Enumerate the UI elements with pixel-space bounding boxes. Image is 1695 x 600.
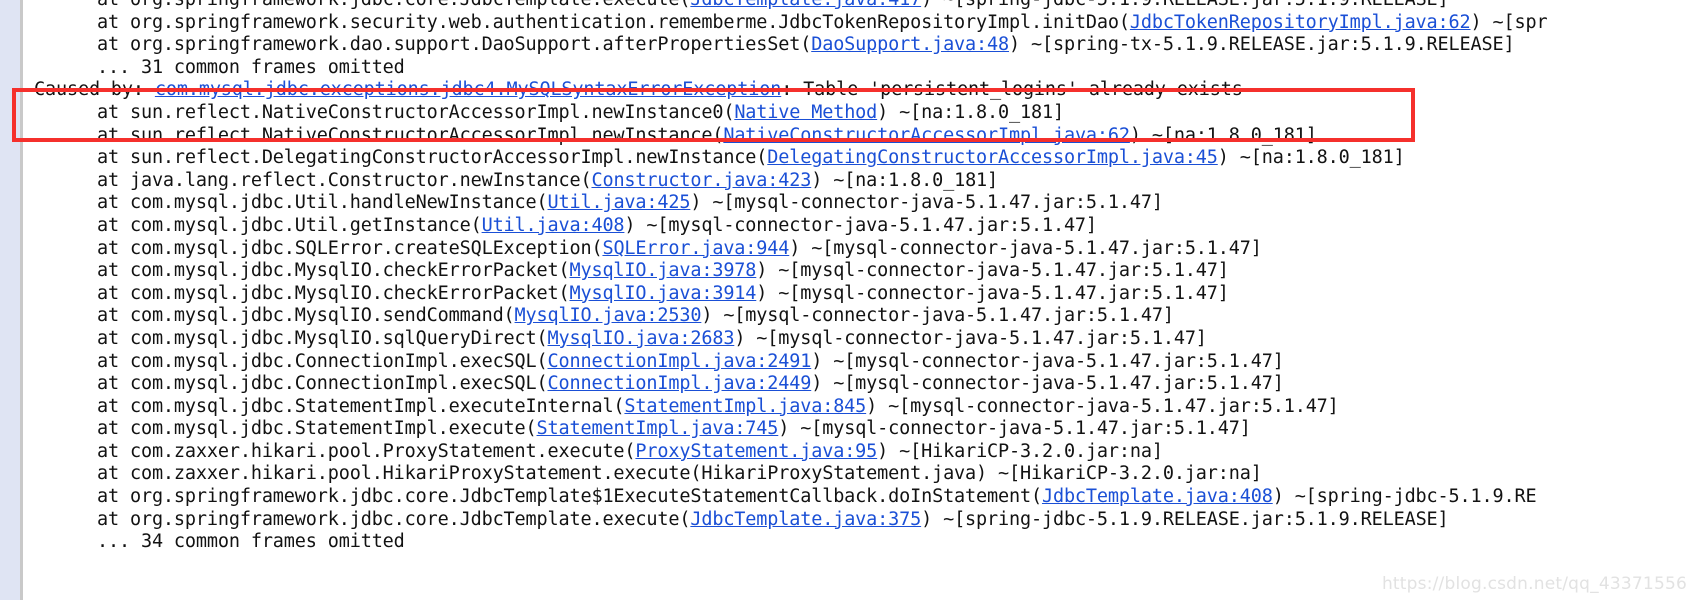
stack-trace-line: at com.zaxxer.hikari.pool.HikariProxySta… [0, 463, 1695, 486]
stack-trace-line: at org.springframework.security.web.auth… [0, 12, 1695, 35]
stack-trace-text-segment: : Table 'persistent_logins' already exis… [781, 79, 1243, 101]
stack-trace-text-segment: at com.mysql.jdbc.MysqlIO.sendCommand( [97, 305, 515, 327]
stack-trace-text-segment: ) ~[na:1.8.0_181] [1129, 124, 1317, 146]
source-link[interactable]: Util.java:408 [482, 215, 625, 236]
stack-trace-text-segment: ) ~[HikariCP-3.2.0.jar:na] [877, 440, 1163, 462]
stack-trace-text-segment: at sun.reflect.DelegatingConstructorAcce… [97, 147, 768, 169]
stack-trace-line: at org.springframework.jdbc.core.JdbcTem… [0, 0, 1695, 12]
stack-trace-text-segment: ) ~[na:1.8.0_181] [877, 101, 1064, 123]
stack-trace-text-segment: ) ~[mysql-connector-java-5.1.47.jar:5.1.… [756, 260, 1229, 282]
source-link[interactable]: JdbcTemplate.java:408 [1042, 486, 1273, 507]
stack-trace-line: at com.mysql.jdbc.MysqlIO.checkErrorPack… [0, 260, 1695, 283]
stack-trace-text-segment: at com.mysql.jdbc.MysqlIO.sqlQueryDirect… [97, 327, 548, 349]
stack-trace-text-segment: at com.mysql.jdbc.MysqlIO.checkErrorPack… [97, 260, 570, 282]
stack-trace-text-segment: at com.mysql.jdbc.StatementImpl.execute( [97, 418, 537, 440]
stack-trace-text-segment: at com.mysql.jdbc.MysqlIO.checkErrorPack… [97, 282, 570, 304]
source-link[interactable]: DelegatingConstructorAccessorImpl.java:4… [767, 147, 1218, 168]
stack-trace-text[interactable]: at org.springframework.jdbc.core.JdbcTem… [0, 0, 1695, 600]
stack-trace-line: at org.springframework.jdbc.core.JdbcTem… [0, 509, 1695, 532]
stack-trace-text-segment: at org.springframework.jdbc.core.JdbcTem… [97, 486, 1042, 508]
stack-trace-line: ... 34 common frames omitted [0, 531, 1695, 554]
stack-trace-text-segment: at com.mysql.jdbc.ConnectionImpl.execSQL… [97, 373, 548, 395]
stack-trace-text-segment: at org.springframework.jdbc.core.JdbcTem… [97, 0, 691, 10]
stack-trace-line: at com.mysql.jdbc.Util.handleNewInstance… [0, 192, 1695, 215]
stack-trace-text-segment: ) ~[spring-jdbc-5.1.9.RELEASE.jar:5.1.9.… [921, 0, 1449, 10]
stack-trace-text-segment: at com.zaxxer.hikari.pool.HikariProxySta… [97, 463, 1262, 485]
stack-trace-text-segment: ) ~[mysql-connector-java-5.1.47.jar:5.1.… [756, 282, 1229, 304]
stack-trace-text-segment: ) ~[mysql-connector-java-5.1.47.jar:5.1.… [734, 327, 1207, 349]
log-viewport: at org.springframework.jdbc.core.JdbcTem… [0, 0, 1695, 600]
source-link[interactable]: com.mysql.jdbc.exceptions.jdbc4.MySQLSyn… [155, 79, 781, 100]
stack-trace-line: at com.mysql.jdbc.ConnectionImpl.execSQL… [0, 373, 1695, 396]
stack-trace-text-segment: at com.mysql.jdbc.StatementImpl.executeI… [97, 395, 625, 417]
stack-trace-text-segment: Caused by: [34, 79, 155, 101]
source-link[interactable]: ConnectionImpl.java:2449 [548, 373, 812, 394]
stack-trace-text-segment: ) ~[spring-tx-5.1.9.RELEASE.jar:5.1.9.RE… [1009, 34, 1515, 56]
stack-trace-text-segment: at org.springframework.jdbc.core.JdbcTem… [97, 508, 691, 530]
source-link[interactable]: MysqlIO.java:3914 [569, 283, 756, 304]
stack-trace-text-segment: ) ~[mysql-connector-java-5.1.47.jar:5.1.… [811, 373, 1284, 395]
stack-trace-text-segment: ) ~[spring-jdbc-5.1.9.RELEASE.jar:5.1.9.… [921, 508, 1449, 530]
source-link[interactable]: MysqlIO.java:3978 [569, 260, 756, 281]
source-link[interactable]: Native Method [734, 102, 877, 123]
stack-trace-line: at com.zaxxer.hikari.pool.ProxyStatement… [0, 441, 1695, 464]
stack-trace-text-segment: ... 34 common frames omitted [97, 531, 405, 553]
stack-trace-text-segment: at com.mysql.jdbc.Util.getInstance( [97, 214, 482, 236]
source-link[interactable]: MysqlIO.java:2530 [515, 305, 702, 326]
watermark-text: https://blog.csdn.net/qq_43371556 [1381, 574, 1687, 594]
source-link[interactable]: StatementImpl.java:745 [537, 418, 779, 439]
source-link[interactable]: Constructor.java:423 [591, 170, 811, 191]
stack-trace-text-segment: ) ~[mysql-connector-java-5.1.47.jar:5.1.… [701, 305, 1174, 327]
stack-trace-text-segment: at com.zaxxer.hikari.pool.ProxyStatement… [97, 440, 636, 462]
stack-trace-text-segment: at org.springframework.dao.support.DaoSu… [97, 34, 812, 56]
stack-trace-text-segment: at com.mysql.jdbc.ConnectionImpl.execSQL… [97, 350, 548, 372]
stack-trace-line: at com.mysql.jdbc.MysqlIO.sendCommand(My… [0, 305, 1695, 328]
stack-trace-text-segment: ) ~[spring-jdbc-5.1.9.RE [1272, 486, 1537, 508]
stack-trace-text-segment: ... 31 common frames omitted [97, 56, 405, 78]
source-link[interactable]: ProxyStatement.java:95 [635, 441, 877, 462]
stack-trace-line: at org.springframework.dao.support.DaoSu… [0, 34, 1695, 57]
stack-trace-text-segment: ) ~[spr [1470, 11, 1548, 33]
source-link[interactable]: DaoSupport.java:48 [811, 34, 1009, 55]
stack-trace-text-segment: ) ~[na:1.8.0_181] [811, 169, 999, 191]
stack-trace-line: at com.mysql.jdbc.StatementImpl.execute(… [0, 418, 1695, 441]
stack-trace-line: ... 31 common frames omitted [0, 57, 1695, 80]
stack-trace-line: at com.mysql.jdbc.MysqlIO.sqlQueryDirect… [0, 328, 1695, 351]
stack-trace-line: at com.mysql.jdbc.MysqlIO.checkErrorPack… [0, 283, 1695, 306]
stack-trace-text-segment: ) ~[mysql-connector-java-5.1.47.jar:5.1.… [866, 395, 1339, 417]
stack-trace-text-segment: ) ~[na:1.8.0_181] [1217, 147, 1405, 169]
stack-trace-line: at sun.reflect.DelegatingConstructorAcce… [0, 147, 1695, 170]
stack-trace-text-segment: at org.springframework.security.web.auth… [97, 11, 1130, 33]
source-link[interactable]: JdbcTemplate.java:375 [690, 509, 921, 530]
stack-trace-line: at com.mysql.jdbc.Util.getInstance(Util.… [0, 215, 1695, 238]
source-link[interactable]: JdbcTokenRepositoryImpl.java:62 [1130, 12, 1471, 33]
stack-trace-text-segment: ) ~[mysql-connector-java-5.1.47.jar:5.1.… [624, 214, 1097, 236]
stack-trace-text-segment: at sun.reflect.NativeConstructorAccessor… [97, 101, 735, 123]
stack-trace-line: Caused by: com.mysql.jdbc.exceptions.jdb… [0, 79, 1695, 102]
stack-trace-text-segment: ) ~[mysql-connector-java-5.1.47.jar:5.1.… [811, 350, 1284, 372]
source-link[interactable]: Util.java:425 [548, 192, 691, 213]
stack-trace-line: at com.mysql.jdbc.ConnectionImpl.execSQL… [0, 351, 1695, 374]
stack-trace-line: at java.lang.reflect.Constructor.newInst… [0, 170, 1695, 193]
source-link[interactable]: StatementImpl.java:845 [624, 396, 866, 417]
stack-trace-text-segment: ) ~[mysql-connector-java-5.1.47.jar:5.1.… [690, 192, 1163, 214]
source-link[interactable]: NativeConstructorAccessorImpl.java:62 [723, 125, 1130, 146]
source-link[interactable]: JdbcTemplate.java:417 [690, 0, 921, 10]
stack-trace-line: at com.mysql.jdbc.SQLError.createSQLExce… [0, 238, 1695, 261]
stack-trace-text-segment: at sun.reflect.NativeConstructorAccessor… [97, 124, 724, 146]
stack-trace-text-segment: at com.mysql.jdbc.SQLError.createSQLExce… [97, 237, 603, 259]
stack-trace-line: at sun.reflect.NativeConstructorAccessor… [0, 102, 1695, 125]
source-link[interactable]: MysqlIO.java:2683 [548, 328, 735, 349]
stack-trace-line: at org.springframework.jdbc.core.JdbcTem… [0, 486, 1695, 509]
stack-trace-text-segment: ) ~[mysql-connector-java-5.1.47.jar:5.1.… [789, 237, 1262, 259]
source-link[interactable]: SQLError.java:944 [602, 238, 789, 259]
source-link[interactable]: ConnectionImpl.java:2491 [548, 351, 812, 372]
stack-trace-text-segment: at com.mysql.jdbc.Util.handleNewInstance… [97, 192, 548, 214]
stack-trace-line: at com.mysql.jdbc.StatementImpl.executeI… [0, 396, 1695, 419]
stack-trace-text-segment: ) ~[mysql-connector-java-5.1.47.jar:5.1.… [778, 418, 1251, 440]
stack-trace-text-segment: at java.lang.reflect.Constructor.newInst… [97, 169, 592, 191]
stack-trace-line: at sun.reflect.NativeConstructorAccessor… [0, 125, 1695, 148]
